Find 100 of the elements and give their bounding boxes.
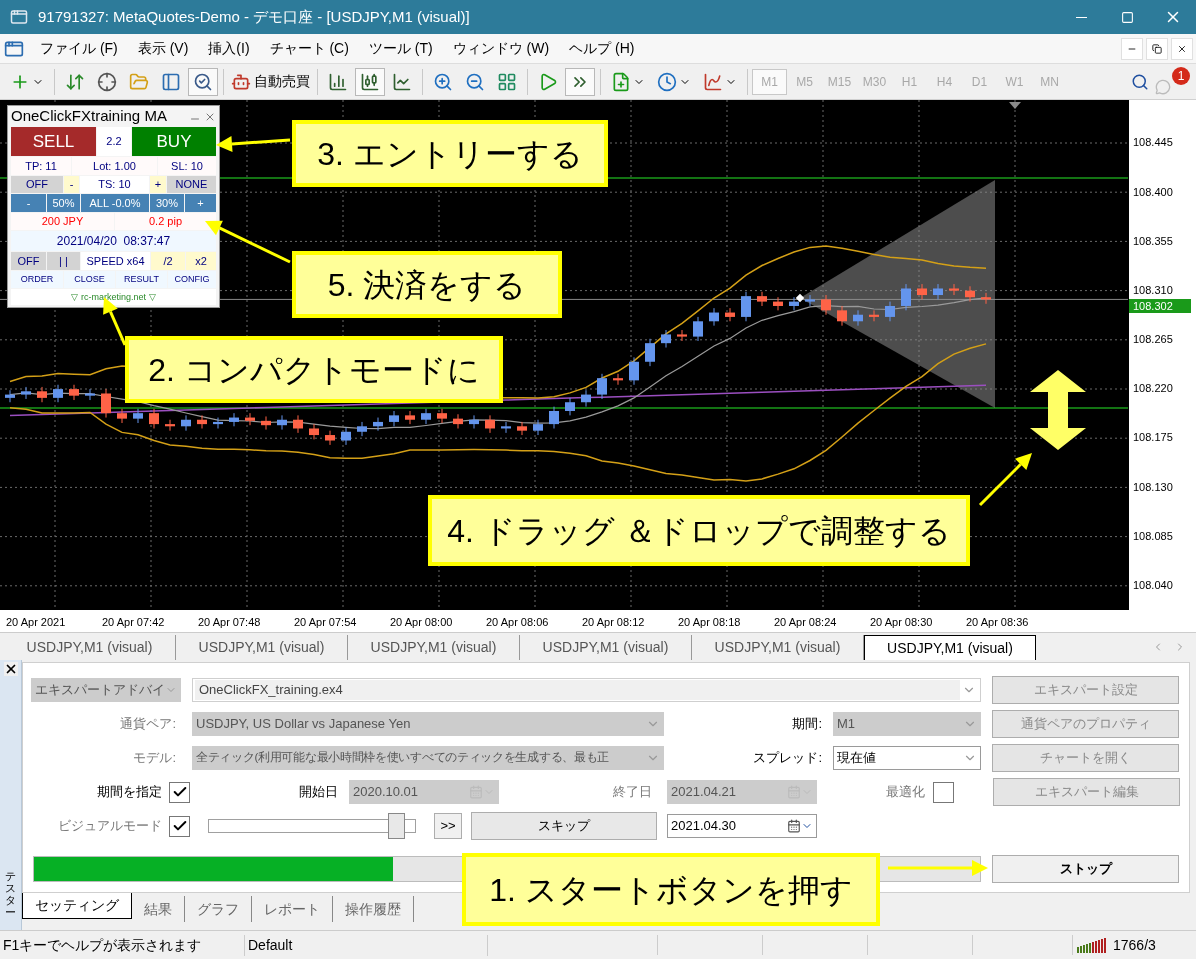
status-text: Default (245, 934, 488, 956)
price-label: 108.400 (1133, 184, 1173, 200)
time-label: 20 Apr 08:18 (678, 616, 741, 628)
price-label: 108.085 (1133, 528, 1173, 544)
menu-item[interactable]: ウィンドウ (W) (442, 35, 560, 62)
candlestick-button[interactable] (355, 67, 385, 96)
fast-forward-button[interactable]: >> (434, 813, 462, 839)
app-icon (10, 8, 28, 26)
time-label: 20 Apr 08:24 (774, 616, 837, 628)
callout: 1. スタートボタンを押す (462, 853, 880, 926)
close-ratio-button[interactable]: + (185, 194, 216, 212)
time-label: 20 Apr 08:06 (486, 616, 549, 628)
status-text: 1766/3 (1113, 935, 1156, 955)
candlestick-icon (360, 71, 380, 92)
toggle-button[interactable]: | | (47, 252, 80, 270)
candlestick (37, 386, 47, 403)
menu-button[interactable]: CONFIG (168, 271, 216, 288)
menu-item[interactable]: ヘルプ (H) (559, 35, 645, 62)
callout: 4. ドラッグ ＆ドロップで調整する (428, 495, 970, 566)
close-ratio-button[interactable]: 30% (150, 194, 184, 212)
menu-item[interactable]: チャート (C) (259, 35, 359, 62)
candlestick (597, 373, 607, 400)
candlestick (549, 406, 559, 429)
time-label: 2021/04/20 08:37:47 (11, 231, 216, 251)
close-ratio-button[interactable]: 50% (47, 194, 80, 212)
candlestick (853, 309, 863, 327)
checkbox[interactable] (169, 781, 190, 803)
expert-select[interactable]: OneClickFX_training.ex4 (192, 678, 981, 702)
candlestick (949, 283, 959, 296)
tab[interactable]: 操作履歴 (333, 896, 414, 922)
folder-icon (129, 71, 149, 92)
candlestick (117, 408, 127, 424)
candlestick (517, 421, 527, 436)
menu-button[interactable]: RESULT (116, 271, 167, 288)
tab[interactable]: 結果 (132, 896, 185, 922)
step-button[interactable]: + (150, 176, 166, 193)
chart-icon (703, 71, 723, 92)
time-label: 20 Apr 07:54 (294, 616, 357, 628)
candlestick (693, 316, 703, 342)
tab[interactable]: レポート (252, 896, 333, 922)
toggle-button[interactable]: NONE (167, 176, 216, 193)
candlestick (869, 309, 879, 322)
time-label: 20 Apr 07:42 (102, 616, 165, 628)
toggle-button[interactable]: OFF (11, 252, 46, 270)
step-button[interactable]: /2 (151, 252, 185, 270)
candlestick (885, 301, 895, 322)
tab[interactable]: セッティング (22, 893, 132, 919)
candlestick (709, 307, 719, 327)
menu-item[interactable]: 挿入(I) (198, 35, 260, 62)
menu-item[interactable]: ツール (T) (358, 35, 443, 62)
value-label: SL: 10 (158, 157, 216, 175)
checkbox[interactable] (933, 781, 954, 803)
chart-tab[interactable]: USDJPY,M1 (visual) (864, 635, 1036, 660)
slider-thumb[interactable] (387, 813, 405, 839)
toggle-button[interactable]: OFF (11, 176, 63, 193)
close-button[interactable] (1171, 37, 1193, 60)
step-button[interactable]: x2 (186, 252, 216, 270)
candlestick (469, 414, 479, 429)
buy-button[interactable]: BUY (132, 127, 216, 156)
stop-button[interactable]: ストップ (992, 855, 1179, 883)
candlestick (389, 410, 399, 427)
spread-select[interactable]: 現在値 (833, 746, 981, 770)
candlestick (101, 388, 111, 419)
candlestick (69, 384, 79, 401)
candlestick (309, 423, 319, 440)
callout: 3. エントリーする (292, 120, 608, 187)
candlestick (981, 292, 991, 305)
step-button[interactable]: - (64, 176, 79, 193)
date-field[interactable]: 2021.04.30 (667, 814, 817, 838)
candlestick (325, 430, 335, 446)
candlestick (373, 417, 383, 432)
profit-label: 200 JPY (11, 213, 114, 230)
panel-label: テスター (5, 869, 16, 918)
menu-item[interactable]: 表示 (V) (127, 35, 199, 62)
magnifier-icon (193, 71, 213, 92)
field-label: スプレッド: (752, 749, 823, 768)
candlestick (165, 419, 175, 432)
close-ratio-button[interactable]: - (11, 194, 46, 212)
chart-shift-button[interactable] (565, 67, 595, 96)
calendar-icon (787, 819, 801, 833)
link[interactable]: ▽ rc-marketing.net ▽ (11, 289, 216, 305)
close-ratio-button[interactable]: ALL -0.0% (81, 194, 149, 212)
skip-button[interactable]: スキップ (471, 812, 657, 840)
menu-item[interactable]: ファイル (F) (30, 35, 128, 62)
sell-button[interactable]: SELL (11, 127, 96, 156)
candlestick (485, 414, 495, 434)
price-label: 108.130 (1133, 479, 1173, 495)
window-title: 91791327: MetaQuotes-Demo - デモ口座 - [USDJPY,M1 (visual)] (38, 6, 470, 27)
tab[interactable]: グラフ (185, 896, 252, 922)
menu-button[interactable]: CLOSE (64, 271, 115, 288)
checkbox[interactable] (169, 815, 190, 837)
restore-button[interactable] (1146, 37, 1168, 60)
menu-button[interactable]: ORDER (11, 271, 63, 288)
time-label: 20 Apr 08:36 (966, 616, 1029, 628)
tester-button[interactable] (188, 67, 218, 96)
value-label: 2.2 (97, 127, 131, 156)
candlestick (837, 305, 847, 327)
auto-trading-button[interactable]: 自動売買 (228, 67, 313, 96)
close-icon[interactable] (3, 662, 18, 676)
play-icon (538, 71, 558, 92)
